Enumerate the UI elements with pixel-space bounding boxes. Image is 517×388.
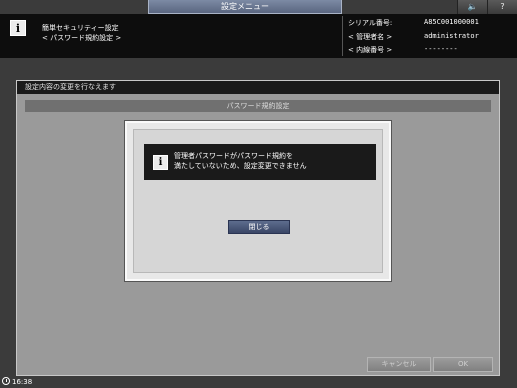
settings-menu-tab[interactable]: 設定メニュー <box>148 0 342 14</box>
serial-value: A85C001000001 <box>424 18 479 26</box>
volume-button[interactable]: 🔈 <box>457 0 487 14</box>
admin-label: < 管理者名 > <box>348 33 393 41</box>
panel-title: パスワード規約設定 <box>25 100 491 112</box>
speaker-icon: 🔈 <box>467 2 478 11</box>
clock: 16:38 <box>2 377 32 386</box>
message-line-2: 満たしていないため、設定変更できません <box>174 162 307 170</box>
header-divider <box>342 16 343 56</box>
close-button[interactable]: 閉じる <box>228 220 290 234</box>
info-icon: i <box>153 155 168 170</box>
message-box: i 管理者パスワードがパスワード規約を 満たしていないため、設定変更できません <box>144 144 376 180</box>
clock-time: 16:38 <box>12 378 33 386</box>
serial-label: シリアル番号: <box>348 19 393 27</box>
clock-icon <box>2 377 10 385</box>
error-dialog: i 管理者パスワードがパスワード規約を 満たしていないため、設定変更できません … <box>125 121 391 281</box>
header-subtitle: < パスワード規約設定 > <box>42 34 122 42</box>
help-button[interactable]: ? <box>487 0 517 14</box>
extension-value: -------- <box>424 45 458 53</box>
ok-button[interactable]: OK <box>433 357 493 372</box>
instruction-text: 設定内容の変更を行なえます <box>17 81 499 94</box>
admin-value: administrator <box>424 32 479 40</box>
header: i 簡単セキュリティー設定 < パスワード規約設定 > シリアル番号: A85C… <box>0 14 517 58</box>
dialog-body: i 管理者パスワードがパスワード規約を 満たしていないため、設定変更できません … <box>133 129 383 273</box>
info-icon: i <box>10 20 26 36</box>
header-title: 簡単セキュリティー設定 <box>42 24 119 32</box>
extension-label: < 内線番号 > <box>348 46 393 54</box>
message-line-1: 管理者パスワードがパスワード規約を <box>174 152 293 160</box>
cancel-button[interactable]: キャンセル <box>367 357 431 372</box>
